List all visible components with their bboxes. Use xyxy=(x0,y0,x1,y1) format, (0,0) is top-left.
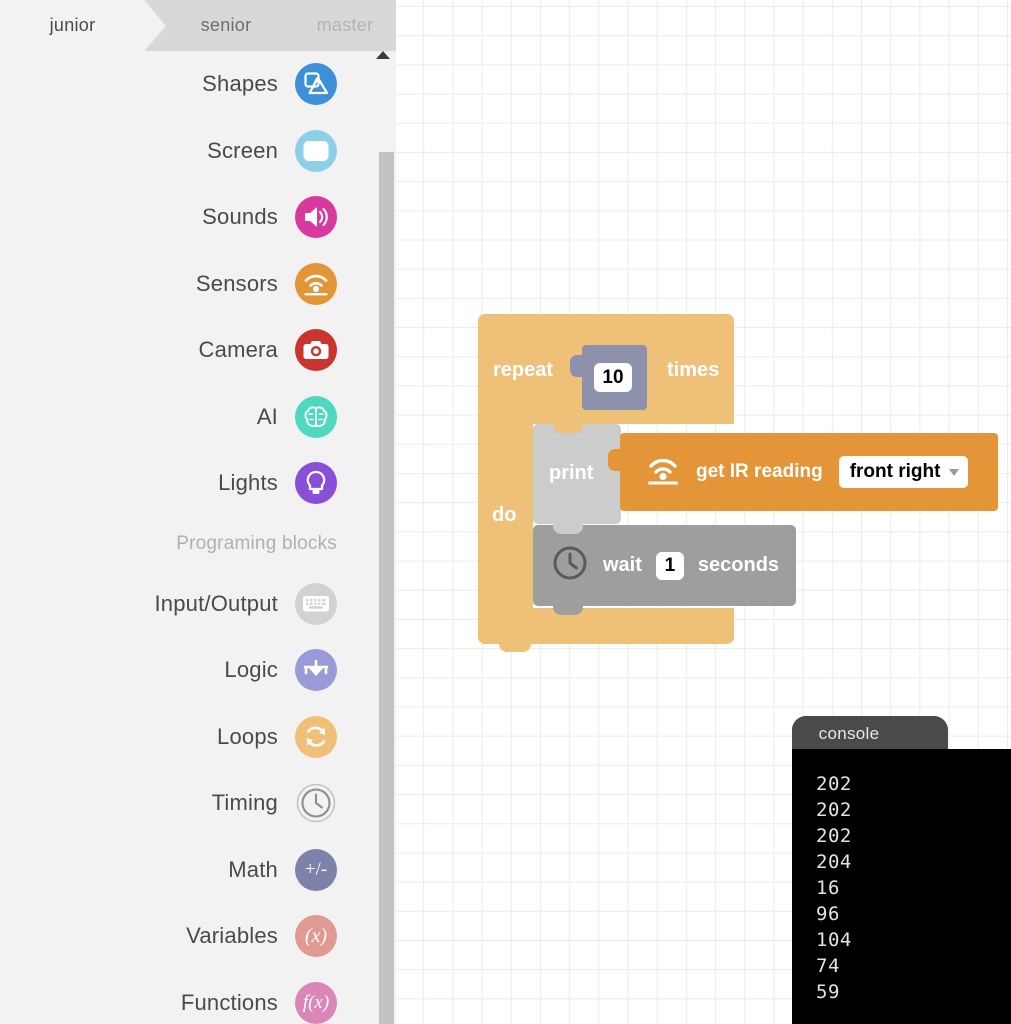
console-output-panel[interactable]: 20220220220416961047459 xyxy=(792,749,1011,1024)
sidebar-item-screen[interactable]: Screen xyxy=(0,118,378,185)
clock-icon xyxy=(295,782,337,824)
ir-sensor-icon xyxy=(646,455,680,490)
sidebar-item-label: Timing xyxy=(212,790,278,816)
sidebar-item-label: Camera xyxy=(199,337,278,363)
repeat-count-number-block[interactable]: 10 xyxy=(582,345,647,410)
wait-top-notch xyxy=(553,525,583,534)
console-line: 96 xyxy=(816,901,1011,927)
tab-master[interactable]: master xyxy=(295,0,395,51)
sidebar-section-header: Programing blocks xyxy=(0,517,378,571)
loop-arrows-icon xyxy=(295,716,337,758)
console-line: 59 xyxy=(816,979,1011,1005)
tab-junior[interactable]: junior xyxy=(0,0,145,51)
sidebar-item-sounds[interactable]: Sounds xyxy=(0,184,378,251)
sidebar-item-variables[interactable]: Variables (x) xyxy=(0,903,378,970)
get-ir-reading-block[interactable]: get IR reading front right xyxy=(620,433,998,511)
sidebar-scrollbar-thumb[interactable] xyxy=(379,152,394,1024)
sidebar-item-label: AI xyxy=(257,404,278,430)
brain-icon xyxy=(295,396,337,438)
print-block[interactable]: print xyxy=(533,424,621,524)
category-sidebar: Shapes Screen Sounds Sensors Camera AI Lights P… xyxy=(0,51,396,1024)
repeat-loop-block[interactable]: repeat 10 times do print xyxy=(478,314,998,644)
number-block-tab xyxy=(570,355,583,377)
app-root: junior senior master ShapesScreenSoundsS… xyxy=(0,0,1011,1024)
print-top-notch xyxy=(553,424,583,433)
sidebar-item-label: Sounds xyxy=(202,204,278,230)
chevron-down-icon xyxy=(949,469,959,476)
variable-x-icon: (x) xyxy=(295,915,337,957)
sidebar-item-label: Loops xyxy=(217,724,278,750)
sidebar-item-label: Variables xyxy=(186,923,278,949)
tab-senior-label: senior xyxy=(201,15,252,36)
console-line: 74 xyxy=(816,953,1011,979)
repeat-bottom-bump xyxy=(499,643,531,652)
clock-icon xyxy=(551,544,589,587)
wait-seconds-input[interactable]: 1 xyxy=(656,552,684,580)
speaker-icon xyxy=(295,196,337,238)
console-tab[interactable]: console xyxy=(792,716,948,752)
screen-icon xyxy=(295,130,337,172)
sidebar-item-camera[interactable]: Camera xyxy=(0,317,378,384)
sidebar-item-label: Sensors xyxy=(196,271,278,297)
sidebar-item-functions[interactable]: Functions f(x) xyxy=(0,970,378,1024)
camera-icon xyxy=(295,329,337,371)
ir-block-label: get IR reading xyxy=(696,461,823,483)
repeat-do-label: do xyxy=(492,504,516,527)
logic-gate-icon xyxy=(295,649,337,691)
sidebar-item-label: Screen xyxy=(207,138,278,164)
block-stack: repeat 10 times do print xyxy=(478,314,998,644)
sidebar-item-shapes[interactable]: Shapes xyxy=(0,51,378,118)
wait-seconds-block[interactable]: wait 1 seconds xyxy=(533,525,796,606)
ir-sensor-position-dropdown[interactable]: front right xyxy=(839,456,969,488)
plus-minus-icon: +/- xyxy=(295,849,337,891)
level-tab-bar: junior senior master xyxy=(0,0,396,51)
repeat-times-label: times xyxy=(667,359,719,382)
wait-unit-label: seconds xyxy=(698,554,779,577)
sidebar-item-lights[interactable]: Lights xyxy=(0,450,378,517)
repeat-block-footer xyxy=(478,608,734,644)
tab-master-label: master xyxy=(317,15,374,36)
console-line: 202 xyxy=(816,823,1011,849)
console-tab-label: console xyxy=(792,716,906,752)
keyboard-icon xyxy=(295,583,337,625)
shapes-icon xyxy=(295,63,337,105)
console-line: 204 xyxy=(816,849,1011,875)
sidebar-item-math[interactable]: Math +/- xyxy=(0,837,378,904)
sidebar-item-label: Functions xyxy=(181,990,278,1016)
ir-dropdown-value: front right xyxy=(850,461,941,483)
tab-senior[interactable]: senior xyxy=(150,0,302,51)
wait-label: wait xyxy=(603,554,642,577)
category-list: Shapes Screen Sounds Sensors Camera AI Lights P… xyxy=(0,51,378,1024)
console-line: 202 xyxy=(816,771,1011,797)
sidebar-item-input-output[interactable]: Input/Output xyxy=(0,571,378,638)
lightbulb-icon xyxy=(295,462,337,504)
sidebar-item-timing[interactable]: Timing xyxy=(0,770,378,837)
tab-junior-label: junior xyxy=(50,15,96,36)
sidebar-item-loops[interactable]: Loops xyxy=(0,704,378,771)
console-line: 202 xyxy=(816,797,1011,823)
print-label: print xyxy=(549,462,593,485)
sidebar-item-ai[interactable]: AI xyxy=(0,384,378,451)
function-fx-icon: f(x) xyxy=(295,982,337,1024)
wait-bottom-bump xyxy=(553,606,583,615)
console-line: 16 xyxy=(816,875,1011,901)
sidebar-item-logic[interactable]: Logic xyxy=(0,637,378,704)
console-line: 104 xyxy=(816,927,1011,953)
repeat-keyword-label: repeat xyxy=(493,359,553,382)
sidebar-item-label: Logic xyxy=(224,657,278,683)
repeat-top-notch xyxy=(499,314,531,323)
repeat-count-input[interactable]: 10 xyxy=(594,363,632,392)
sidebar-item-label: Shapes xyxy=(202,71,278,97)
sidebar-item-label: Lights xyxy=(218,470,278,496)
ir-block-tab xyxy=(608,449,621,471)
sidebar-item-label: Input/Output xyxy=(155,591,279,617)
block-workspace-canvas[interactable]: repeat 10 times do print xyxy=(396,0,1011,1024)
sensor-wave-icon xyxy=(295,263,337,305)
sidebar-item-sensors[interactable]: Sensors xyxy=(0,251,378,318)
triangle-up-icon[interactable] xyxy=(376,51,390,59)
sidebar-item-label: Math xyxy=(228,857,278,883)
